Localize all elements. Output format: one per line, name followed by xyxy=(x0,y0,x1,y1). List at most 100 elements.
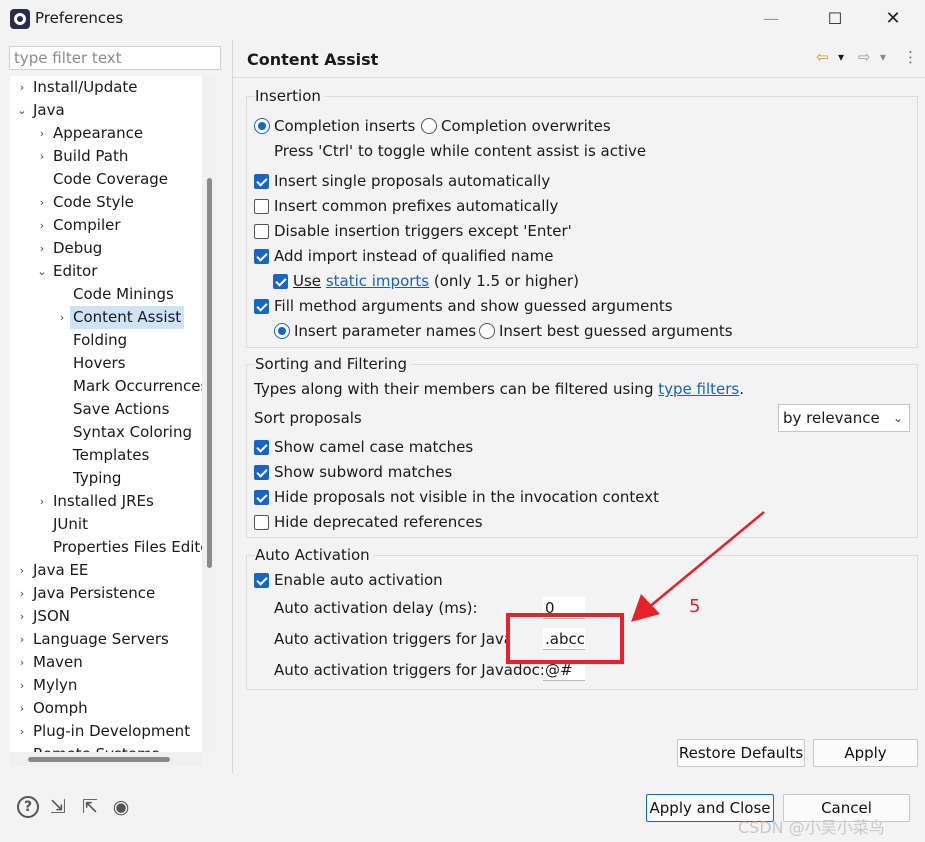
radio-label: Completion overwrites xyxy=(441,117,611,135)
checkbox-label: Enable auto activation xyxy=(274,571,443,589)
scrollbar-thumb[interactable] xyxy=(28,757,170,762)
chevron-right-icon[interactable]: › xyxy=(15,582,29,605)
checkbox-indicator[interactable] xyxy=(254,224,269,239)
filter-input[interactable] xyxy=(9,46,221,70)
tree-item[interactable]: › Language Servers xyxy=(10,628,202,651)
tree-item[interactable]: › Remote Systems xyxy=(10,743,202,752)
checkbox-indicator[interactable] xyxy=(254,573,269,588)
chevron-right-icon[interactable]: › xyxy=(15,651,29,674)
forward-menu-chevron-icon[interactable]: ▾ xyxy=(880,47,886,67)
type-filters-link[interactable]: type filters xyxy=(658,380,739,398)
chevron-right-icon[interactable]: › xyxy=(15,720,29,743)
tree-horizontal-scrollbar[interactable] xyxy=(10,752,202,766)
radio-indicator[interactable] xyxy=(421,118,437,134)
tree-item[interactable]: Syntax Coloring xyxy=(10,421,202,444)
radio-indicator[interactable] xyxy=(254,118,270,134)
chevron-down-icon[interactable]: ⌄ xyxy=(15,99,29,122)
restore-defaults-button[interactable]: Restore Defaults xyxy=(677,739,805,767)
scrollbar-thumb[interactable] xyxy=(207,178,212,568)
checkbox-indicator[interactable] xyxy=(254,199,269,214)
checkbox-label: Disable insertion triggers except 'Enter… xyxy=(274,222,572,240)
tree-item[interactable]: Save Actions xyxy=(10,398,202,421)
tree-item[interactable]: › Plug-in Development xyxy=(10,720,202,743)
tree-item[interactable]: › Java EE xyxy=(10,559,202,582)
tree-item[interactable]: › Mylyn xyxy=(10,674,202,697)
checkbox-indicator[interactable] xyxy=(254,490,269,505)
chevron-right-icon[interactable]: › xyxy=(15,605,29,628)
tree-item[interactable]: ⌄ Editor xyxy=(10,260,202,283)
minimize-button[interactable]: — xyxy=(748,4,794,34)
tree-item[interactable]: JUnit xyxy=(10,513,202,536)
tree-item[interactable]: › Appearance xyxy=(10,122,202,145)
forward-arrow-icon[interactable]: ⇨ xyxy=(858,47,871,67)
chevron-right-icon[interactable]: › xyxy=(15,697,29,720)
tree-item[interactable]: Mark Occurrences xyxy=(10,375,202,398)
maximize-button[interactable]: ☐ xyxy=(812,4,858,34)
chevron-right-icon[interactable]: › xyxy=(35,122,49,145)
watermark: CSDN @小吴小菜鸟 xyxy=(738,818,885,837)
javadoc-triggers-label: Auto activation triggers for Javadoc: xyxy=(274,661,545,679)
tree-item[interactable]: › JSON xyxy=(10,605,202,628)
tree-item-label: Build Path xyxy=(53,147,129,165)
tree-item[interactable]: › Install/Update xyxy=(10,76,202,99)
sort-proposals-select[interactable]: by relevance ⌄ xyxy=(778,404,910,432)
export-icon[interactable]: ⇱ xyxy=(79,796,101,818)
apply-button[interactable]: Apply xyxy=(813,739,918,767)
chevron-right-icon[interactable]: › xyxy=(15,559,29,582)
type-filters-suffix: . xyxy=(739,380,745,398)
checkbox-indicator[interactable] xyxy=(254,299,269,314)
view-menu-icon[interactable]: ⋮ xyxy=(903,47,918,67)
chevron-right-icon[interactable]: › xyxy=(55,306,69,329)
checkbox-indicator[interactable] xyxy=(254,440,269,455)
chevron-right-icon[interactable]: › xyxy=(15,674,29,697)
checkbox-indicator[interactable] xyxy=(254,174,269,189)
tree-item[interactable]: › Code Style xyxy=(10,191,202,214)
tree-item[interactable]: Folding xyxy=(10,329,202,352)
back-arrow-icon[interactable]: ⇦ xyxy=(816,47,829,67)
checkbox-indicator[interactable] xyxy=(254,249,269,264)
chevron-right-icon[interactable]: › xyxy=(35,145,49,168)
record-icon[interactable]: ◉ xyxy=(110,796,132,818)
tree-item[interactable]: › Installed JREs xyxy=(10,490,202,513)
chevron-right-icon[interactable]: › xyxy=(35,237,49,260)
tree-item[interactable]: › Content Assist xyxy=(10,306,202,329)
checkbox-label: Hide proposals not visible in the invoca… xyxy=(274,488,660,506)
close-button[interactable]: ✕ xyxy=(870,4,916,34)
import-icon[interactable]: ⇲ xyxy=(47,796,69,818)
type-filters-prefix: Types along with their members can be fi… xyxy=(254,380,654,398)
tree-vertical-scrollbar[interactable] xyxy=(202,76,216,752)
chevron-right-icon[interactable]: › xyxy=(35,490,49,513)
tree-item[interactable]: › Java Persistence xyxy=(10,582,202,605)
tree-item-label: Plug-in Development xyxy=(33,722,191,740)
tree-item[interactable]: › Build Path xyxy=(10,145,202,168)
tree-item[interactable]: Code Coverage xyxy=(10,168,202,191)
tree-item[interactable]: Code Minings xyxy=(10,283,202,306)
help-icon[interactable]: ? xyxy=(17,796,39,818)
chevron-right-icon[interactable]: › xyxy=(35,214,49,237)
tree-item[interactable]: Hovers xyxy=(10,352,202,375)
chevron-down-icon[interactable]: ⌄ xyxy=(35,260,49,283)
tree-item[interactable]: › Debug xyxy=(10,237,202,260)
back-menu-chevron-icon[interactable]: ▾ xyxy=(838,47,844,67)
chevron-right-icon[interactable]: › xyxy=(15,76,29,99)
static-imports-link[interactable]: static imports xyxy=(326,272,429,290)
checkbox-indicator[interactable] xyxy=(273,274,288,289)
tree-item[interactable]: Templates xyxy=(10,444,202,467)
radio-indicator[interactable] xyxy=(274,323,290,339)
chevron-right-icon[interactable]: › xyxy=(15,743,29,752)
tree-item[interactable]: Typing xyxy=(10,467,202,490)
checkbox-indicator[interactable] xyxy=(254,515,269,530)
tree-item[interactable]: › Compiler xyxy=(10,214,202,237)
static-imports-suffix: (only 1.5 or higher) xyxy=(433,272,579,290)
radio-indicator[interactable] xyxy=(479,323,495,339)
tree-item[interactable]: ⌄ Java xyxy=(10,99,202,122)
tree-item[interactable]: Properties Files Editor xyxy=(10,536,202,559)
preferences-tree[interactable]: › Install/Update ⌄ Java › Appearance › Build Pa… xyxy=(10,76,202,752)
chevron-right-icon[interactable]: › xyxy=(35,191,49,214)
tree-item[interactable]: › Oomph xyxy=(10,697,202,720)
checkbox-indicator[interactable] xyxy=(254,465,269,480)
tree-item[interactable]: › Maven xyxy=(10,651,202,674)
tree-item-label: Mark Occurrences xyxy=(73,377,202,395)
chevron-right-icon[interactable]: › xyxy=(15,628,29,651)
sash-divider[interactable] xyxy=(232,40,233,773)
